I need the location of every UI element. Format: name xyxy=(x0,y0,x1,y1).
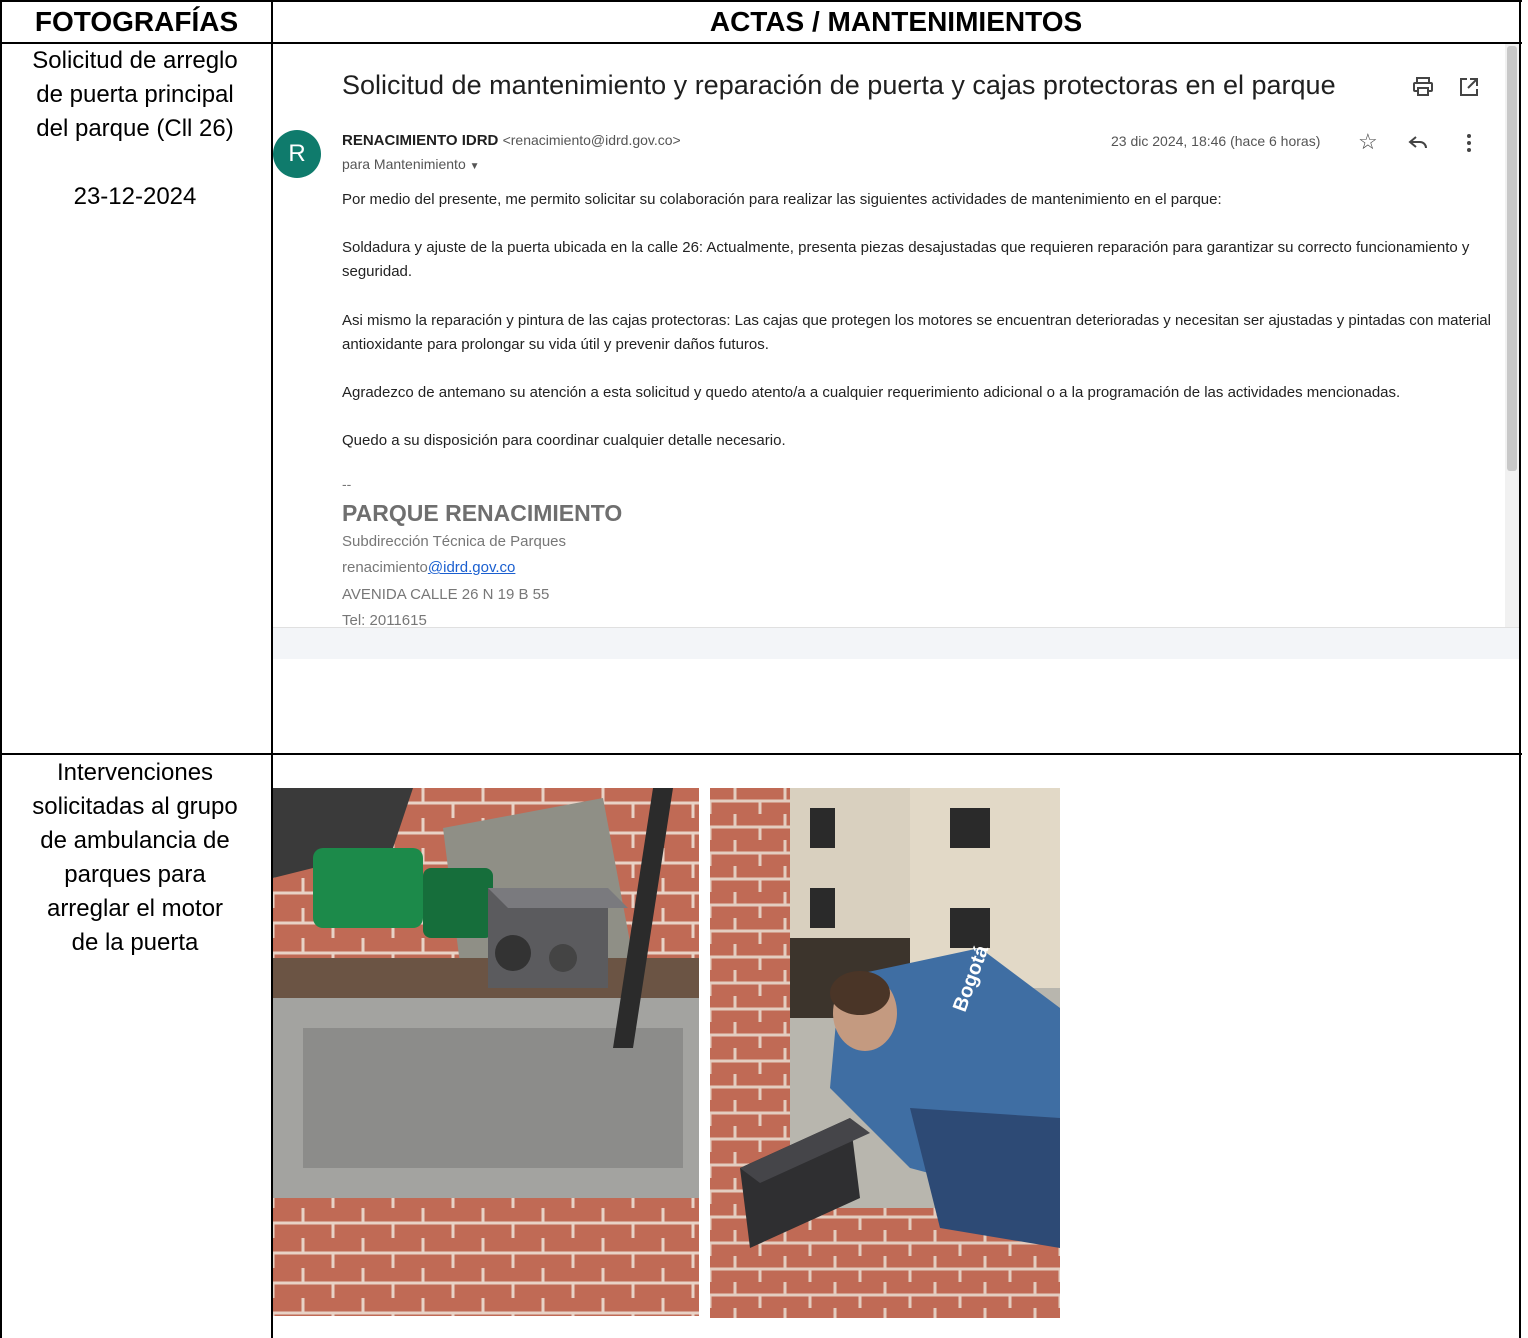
recipient-text: para Mantenimiento xyxy=(342,156,466,172)
photo-worker: Bogotá xyxy=(710,788,1060,1318)
dropdown-arrow-icon[interactable]: ▼ xyxy=(470,161,480,172)
row2-desc-line: arreglar el motor xyxy=(46,895,224,922)
email-subject: Solicitud de mantenimiento y reparación … xyxy=(342,70,1336,100)
email-screenshot: Solicitud de mantenimiento y reparación … xyxy=(273,44,1519,659)
row2-desc-line: parques para xyxy=(64,861,206,888)
signature-subtitle: Subdirección Técnica de Parques xyxy=(342,533,567,550)
star-icon[interactable]: ☆ xyxy=(1358,131,1378,153)
table-border-top xyxy=(0,0,1522,2)
open-in-new-icon[interactable] xyxy=(1458,76,1480,102)
signature-name: PARQUE RENACIMIENTO xyxy=(342,500,623,526)
avatar: R xyxy=(273,130,321,178)
header-actas-mantenimientos: ACTAS / MANTENIMIENTOS xyxy=(709,6,1083,37)
row2-desc-line: de ambulancia de xyxy=(40,827,230,854)
email-paragraph: Agradezco de antemano su atención a esta… xyxy=(342,384,1401,401)
signature-email-local: renacimiento xyxy=(342,559,428,576)
recipient-line[interactable]: para Mantenimiento ▼ xyxy=(342,156,480,172)
sender-name: RENACIMIENTO IDRD xyxy=(342,132,499,149)
scrollbar-thumb[interactable] xyxy=(1507,46,1517,471)
row2-description: Intervenciones solicitadas al grupo de a… xyxy=(4,756,266,960)
row1-desc-line: Solicitud de arreglo xyxy=(32,47,238,74)
email-paragraph: Por medio del presente, me permito solic… xyxy=(342,191,1222,208)
row1-date: 23-12-2024 xyxy=(73,183,197,210)
row2-desc-line: solicitadas al grupo xyxy=(32,793,238,820)
table-border-right xyxy=(1519,0,1521,1338)
table-border-left xyxy=(0,0,2,1338)
signature-address: AVENIDA CALLE 26 N 19 B 55 xyxy=(342,586,550,603)
more-vert-icon[interactable] xyxy=(1458,132,1480,158)
email-bottom-bar xyxy=(273,627,1519,659)
email-paragraph: Asi mismo la reparación y pintura de las… xyxy=(342,312,1491,353)
row2-desc-line: de la puerta xyxy=(71,929,199,956)
photo-motor xyxy=(273,788,699,1316)
signature-email: renacimiento@idrd.gov.co xyxy=(342,559,515,576)
signature-dash: -- xyxy=(342,476,352,492)
row-divider xyxy=(0,753,1522,755)
print-icon[interactable] xyxy=(1412,76,1434,102)
email-date: 23 dic 2024, 18:46 (hace 6 horas) xyxy=(1111,133,1321,149)
signature-email-link[interactable]: @idrd.gov.co xyxy=(428,559,516,576)
header-fotografias: FOTOGRAFÍAS xyxy=(34,6,239,37)
email-paragraph: Quedo a su disposición para coordinar cu… xyxy=(342,432,786,449)
row1-desc-line: del parque (Cll 26) xyxy=(36,115,234,142)
row2-desc-line: Intervenciones xyxy=(56,759,214,786)
row1-description: Solicitud de arreglo de puerta principal… xyxy=(4,44,266,214)
sender-address: <renacimiento@idrd.gov.co> xyxy=(502,132,681,148)
row1-desc-line: de puerta principal xyxy=(36,81,234,108)
scrollbar[interactable] xyxy=(1505,44,1519,634)
sender-line: RENACIMIENTO IDRD <renacimiento@idrd.gov… xyxy=(342,132,681,149)
email-paragraph: Soldadura y ajuste de la puerta ubicada … xyxy=(342,239,1470,280)
reply-icon[interactable] xyxy=(1407,132,1429,158)
document-table: FOTOGRAFÍAS ACTAS / MANTENIMIENTOS Solic… xyxy=(0,0,1522,1338)
